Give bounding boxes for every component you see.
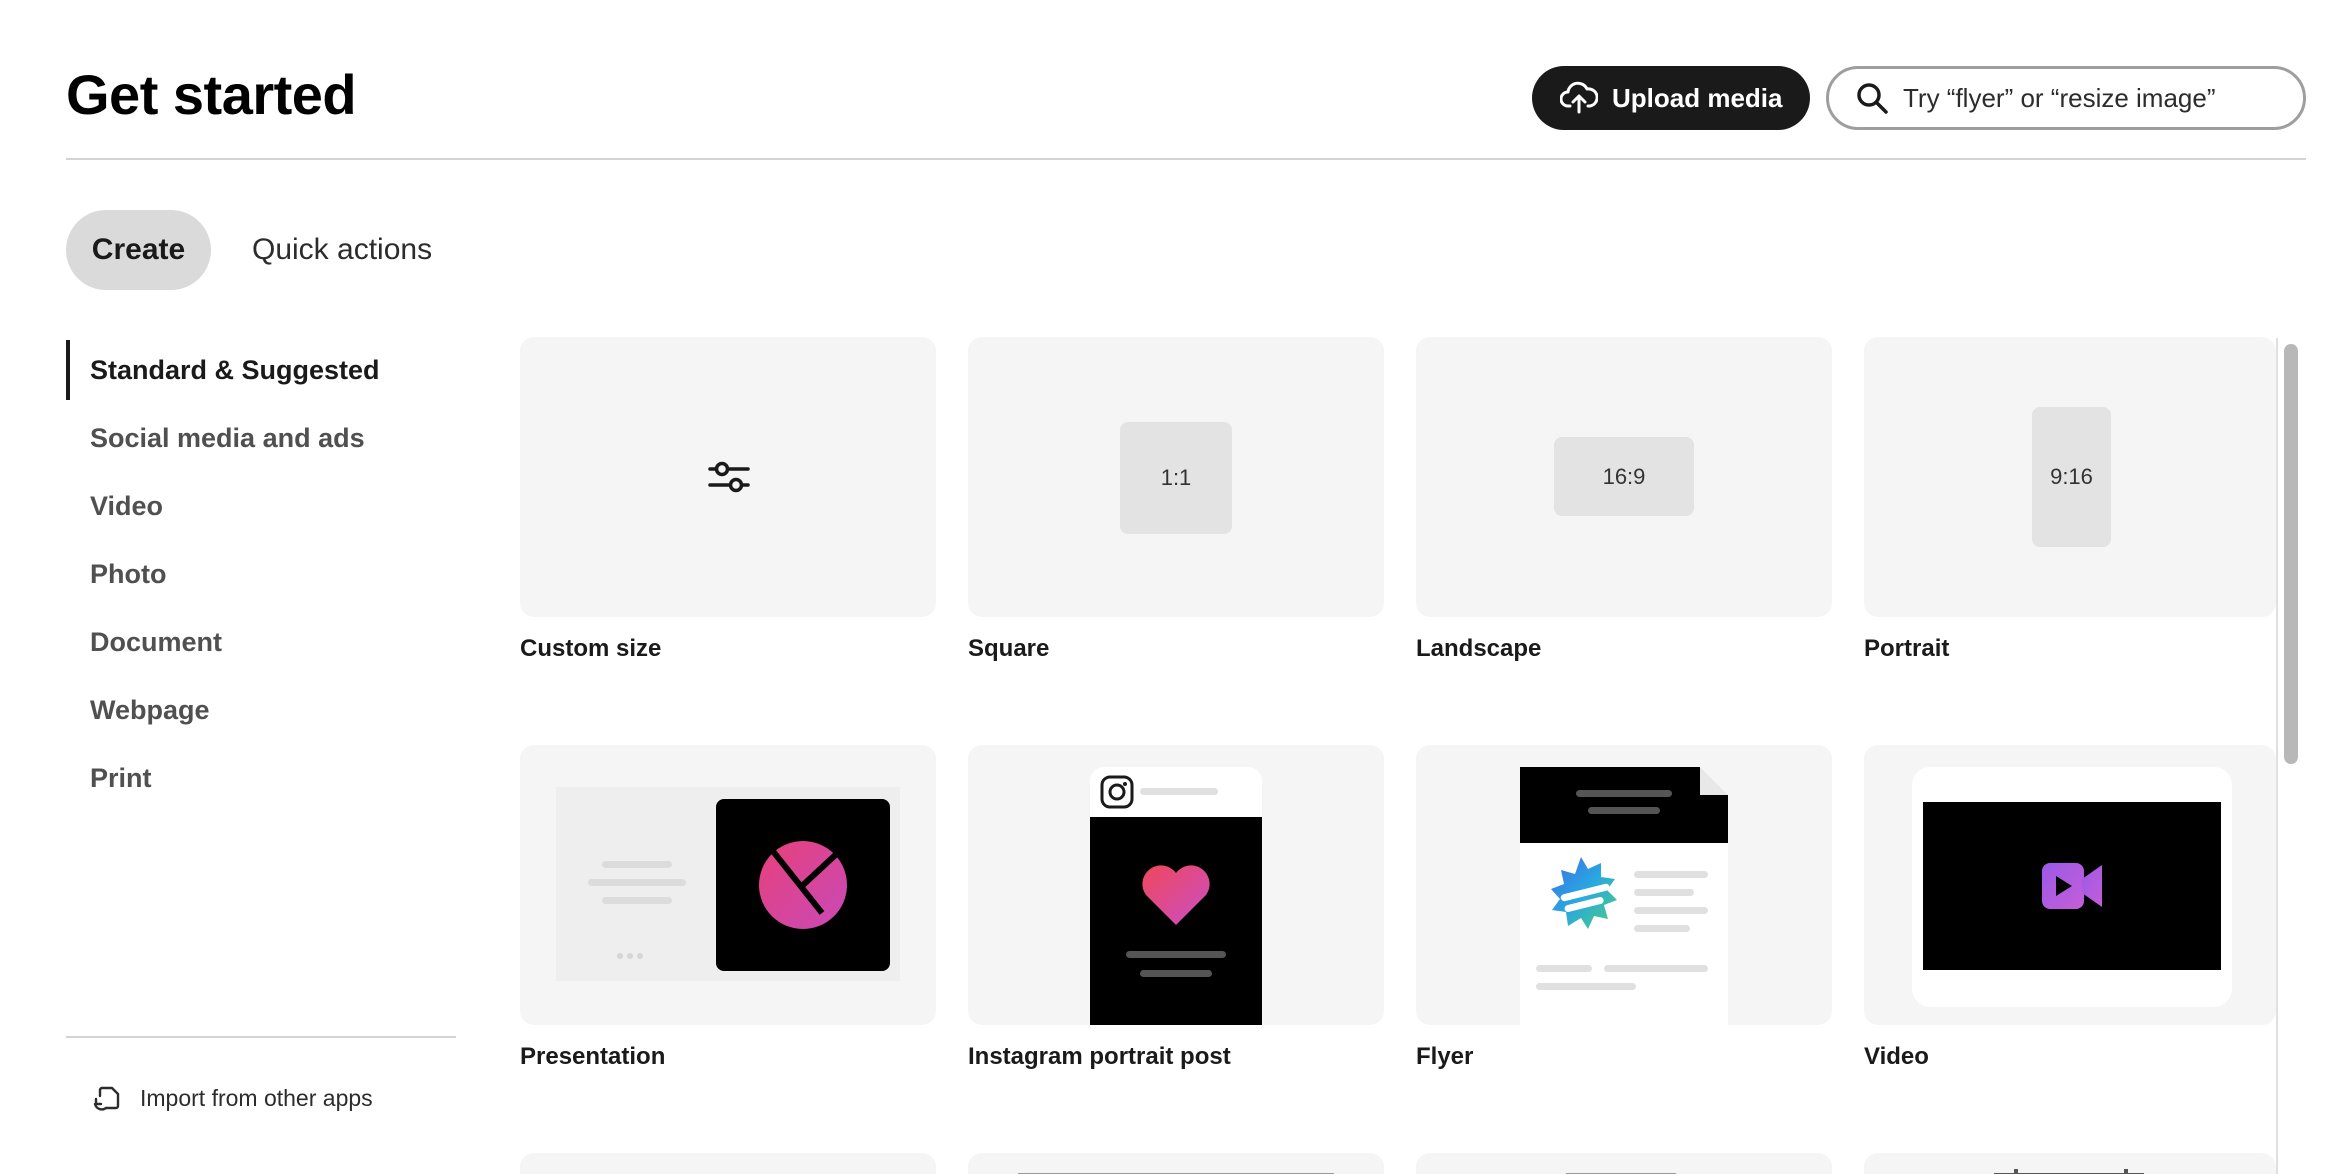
video-preview	[1912, 767, 2232, 1007]
tab-quick-actions[interactable]: Quick actions	[252, 210, 432, 290]
upload-media-label: Upload media	[1612, 82, 1783, 113]
card-thumbnail: 1:1	[968, 337, 1384, 617]
card-thumbnail	[1864, 745, 2276, 1025]
card-thumbnail	[520, 745, 936, 1025]
ratio-preview: 16:9	[1554, 437, 1694, 516]
upload-media-button[interactable]: Upload media	[1532, 66, 1810, 130]
card-thumbnail	[520, 337, 936, 617]
sidebar-item-photo[interactable]: Photo	[66, 540, 456, 608]
card-label: Video	[1864, 1043, 1929, 1070]
header-divider	[66, 158, 2306, 160]
ratio-preview: 9:16	[2032, 407, 2111, 547]
sidebar-item-webpage[interactable]: Webpage	[66, 676, 456, 744]
card-label: Presentation	[520, 1043, 666, 1070]
sidebar-item-standard-suggested[interactable]: Standard & Suggested	[66, 336, 456, 404]
card-thumbnail	[968, 1153, 1384, 1174]
tab-create[interactable]: Create	[66, 210, 211, 290]
card-thumbnail: 9:16	[1864, 337, 2276, 617]
ratio-preview: 1:1	[1120, 422, 1232, 534]
card-thumbnail	[520, 1153, 936, 1174]
search-input[interactable]	[1903, 82, 2283, 114]
search-icon	[1855, 81, 1889, 115]
card-label: Landscape	[1416, 635, 1542, 662]
sidebar-item-document[interactable]: Document	[66, 608, 456, 676]
sidebar-item-social-media[interactable]: Social media and ads	[66, 404, 456, 472]
presentation-preview	[556, 787, 900, 981]
card-label: Instagram portrait post	[968, 1043, 1231, 1070]
category-sidebar: Standard & Suggested Social media and ad…	[66, 336, 456, 812]
sidebar-item-video[interactable]: Video	[66, 472, 456, 540]
grid-scrollbar-thumb[interactable]	[2284, 344, 2298, 764]
card-label: Custom size	[520, 635, 662, 662]
page-title: Get started	[66, 63, 357, 126]
import-icon	[92, 1082, 124, 1114]
import-label: Import from other apps	[140, 1084, 373, 1111]
cloud-upload-icon	[1560, 79, 1598, 117]
card-label: Flyer	[1416, 1043, 1474, 1070]
instagram-post-preview	[1090, 767, 1262, 1025]
import-from-other-apps-link[interactable]: Import from other apps	[92, 1082, 373, 1114]
card-thumbnail	[1416, 745, 1832, 1025]
card-label: Square	[968, 635, 1050, 662]
sliders-icon	[708, 457, 750, 502]
card-label: Portrait	[1864, 635, 1950, 662]
card-thumbnail: 16:9	[1416, 337, 1832, 617]
card-thumbnail	[968, 745, 1384, 1025]
search-field[interactable]	[1826, 66, 2306, 130]
card-thumbnail	[1864, 1153, 2276, 1174]
card-thumbnail	[1416, 1153, 1832, 1174]
sidebar-divider	[66, 1036, 456, 1038]
flyer-preview	[1520, 767, 1728, 1025]
sidebar-item-print[interactable]: Print	[66, 744, 456, 812]
